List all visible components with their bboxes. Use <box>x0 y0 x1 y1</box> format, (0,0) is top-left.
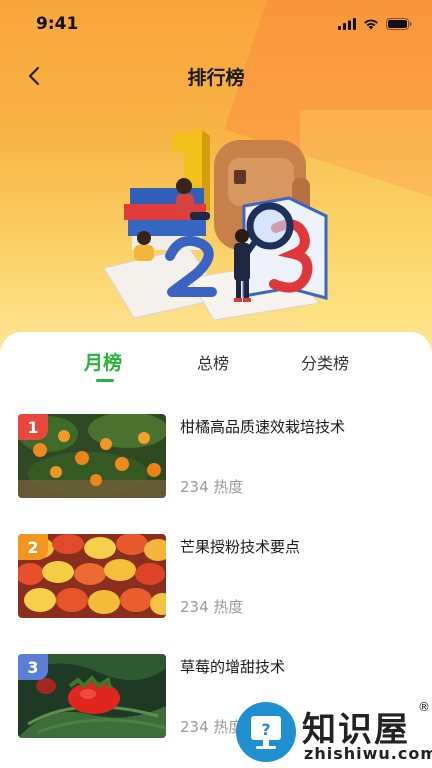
item-heat: 234 热度 <box>180 478 244 496</box>
rank-badge: 1 <box>18 414 48 440</box>
battery-icon <box>386 18 412 30</box>
rank-badge: 2 <box>18 534 48 560</box>
tab-bar: 月榜 总榜 分类榜 <box>0 332 432 392</box>
cellular-signal-icon <box>338 18 356 30</box>
ranking-illustration <box>103 130 328 321</box>
item-title: 芒果授粉技术要点 <box>180 538 301 556</box>
registered-mark: ® <box>418 700 430 714</box>
item-thumbnail: 3 <box>18 654 166 738</box>
watermark-text-en: zhishiwu.com <box>304 744 432 763</box>
list-item[interactable]: 1 柑橘高品质速效栽培技术 234 热度 <box>18 414 418 498</box>
list-item[interactable]: 2 芒果授粉技术要点 234 热度 <box>18 534 418 618</box>
status-icons <box>338 18 412 30</box>
tab-monthly[interactable]: 月榜 <box>84 348 122 375</box>
page-title: 排行榜 <box>187 67 245 89</box>
nav-bar: 排行榜 <box>0 56 432 96</box>
svg-text:?: ? <box>261 720 270 739</box>
monitor-question-icon: ? <box>251 716 281 749</box>
item-heat: 234 热度 <box>180 598 244 616</box>
item-title: 草莓的增甜技术 <box>180 658 286 676</box>
hero-banner: 9:41 排行榜 <box>0 0 432 360</box>
watermark-logo: ? <box>236 702 296 762</box>
tab-category[interactable]: 分类榜 <box>301 350 349 374</box>
status-time: 9:41 <box>36 14 79 34</box>
item-thumbnail: 2 <box>18 534 166 618</box>
item-title: 柑橘高品质速效栽培技术 <box>180 418 346 436</box>
rank-badge: 3 <box>18 654 48 680</box>
site-watermark: ? 知识屋 ® zhishiwu.com <box>236 696 432 768</box>
status-bar: 9:41 <box>0 0 432 52</box>
tab-overall[interactable]: 总榜 <box>197 350 229 374</box>
active-tab-indicator <box>96 379 114 382</box>
item-thumbnail: 1 <box>18 414 166 498</box>
item-heat: 234 热度 <box>180 718 244 736</box>
wifi-icon <box>364 19 378 30</box>
ranking-screen: 9:41 排行榜 月榜 总榜 分类榜 1 柑橘高品质速效栽培技术 234 热度 … <box>0 0 432 768</box>
